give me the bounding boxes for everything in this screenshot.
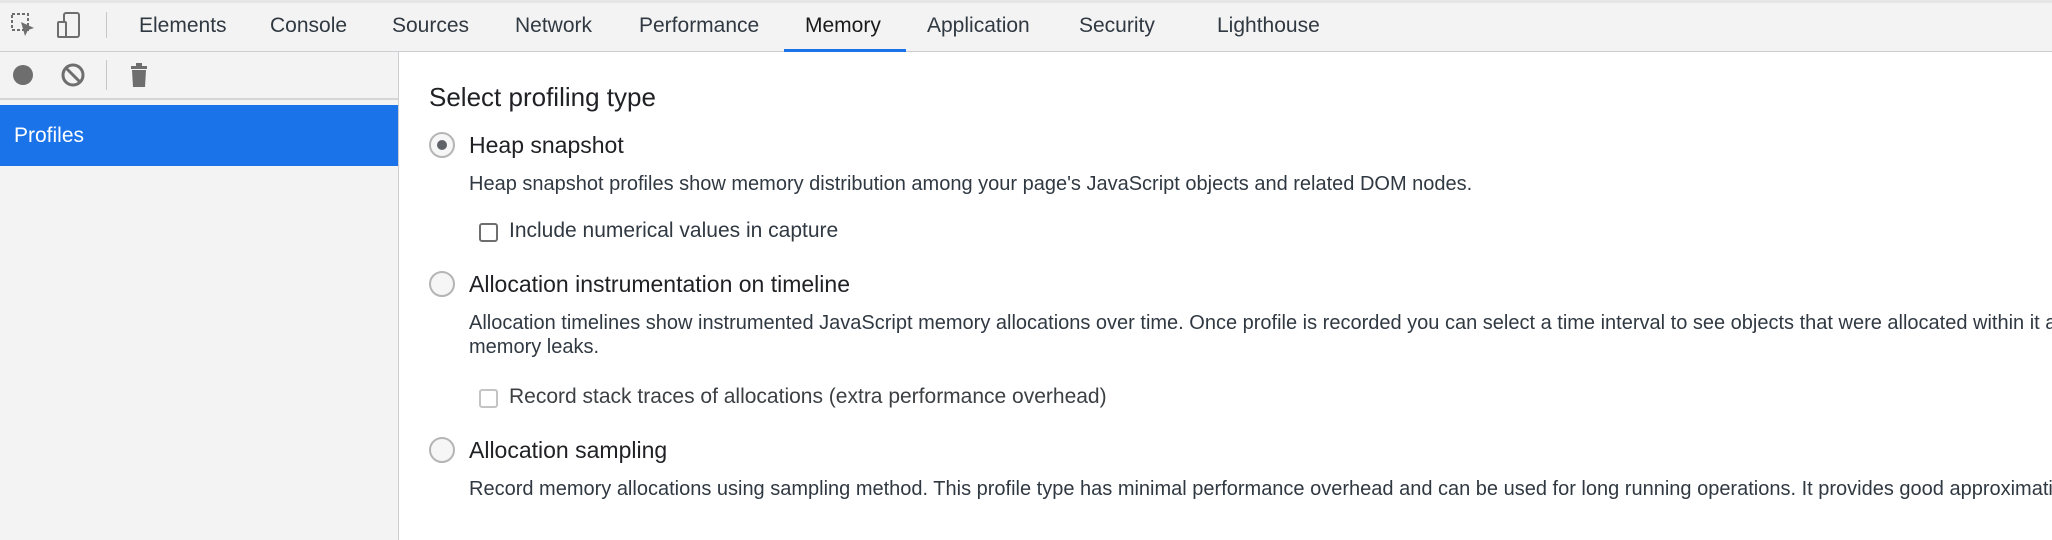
- allocation-timeline-radio[interactable]: [429, 271, 455, 297]
- profiles-sidebar: Profiles: [0, 52, 399, 540]
- heap-snapshot-label[interactable]: Heap snapshot: [469, 132, 624, 159]
- sidebar-toolbar: [0, 52, 398, 98]
- sidebar-divider: [0, 98, 398, 100]
- sidebar-item-label: Profiles: [14, 124, 85, 147]
- tab-lighthouse[interactable]: Lighthouse: [1217, 0, 1320, 52]
- allocation-timeline-label[interactable]: Allocation instrumentation on timeline: [469, 271, 850, 298]
- heap-snapshot-description: Heap snapshot profiles show memory distr…: [469, 173, 1473, 195]
- record-stack-traces-checkbox[interactable]: [479, 389, 498, 408]
- tab-memory[interactable]: Memory: [805, 0, 881, 52]
- inspect-element-icon[interactable]: [8, 10, 38, 40]
- record-stack-traces-label[interactable]: Record stack traces of allocations (extr…: [509, 385, 1107, 409]
- tab-elements[interactable]: Elements: [139, 0, 227, 52]
- record-icon[interactable]: [8, 60, 38, 90]
- allocation-timeline-description: Allocation timelines show instrumented J…: [469, 312, 2052, 334]
- allocation-timeline-description-cont: memory leaks.: [469, 336, 600, 358]
- tab-security[interactable]: Security: [1079, 0, 1155, 52]
- profiling-type-panel: Select profiling type Heap snapshot Heap…: [399, 52, 2052, 540]
- allocation-sampling-radio[interactable]: [429, 437, 455, 463]
- sidebar-toolbar-divider: [106, 60, 107, 90]
- heap-snapshot-radio[interactable]: [429, 132, 455, 158]
- clear-icon[interactable]: [58, 60, 88, 90]
- radio-selected-dot: [437, 140, 447, 150]
- include-numerical-values-checkbox[interactable]: [479, 223, 498, 242]
- tab-console[interactable]: Console: [270, 0, 347, 52]
- sidebar-item-profiles[interactable]: Profiles: [0, 105, 398, 166]
- devtools-tab-bar: Elements Console Sources Network Perform…: [0, 0, 2052, 52]
- tab-application[interactable]: Application: [927, 0, 1030, 52]
- toolbar-divider: [106, 12, 107, 38]
- allocation-sampling-label[interactable]: Allocation sampling: [469, 437, 667, 464]
- trash-icon[interactable]: [124, 60, 154, 90]
- tab-sources[interactable]: Sources: [392, 0, 469, 52]
- page-title: Select profiling type: [429, 82, 656, 112]
- allocation-sampling-description: Record memory allocations using sampling…: [469, 478, 2052, 500]
- include-numerical-values-label[interactable]: Include numerical values in capture: [509, 219, 838, 243]
- tab-performance[interactable]: Performance: [639, 0, 759, 52]
- tab-network[interactable]: Network: [515, 0, 592, 52]
- device-toolbar-icon[interactable]: [54, 10, 84, 40]
